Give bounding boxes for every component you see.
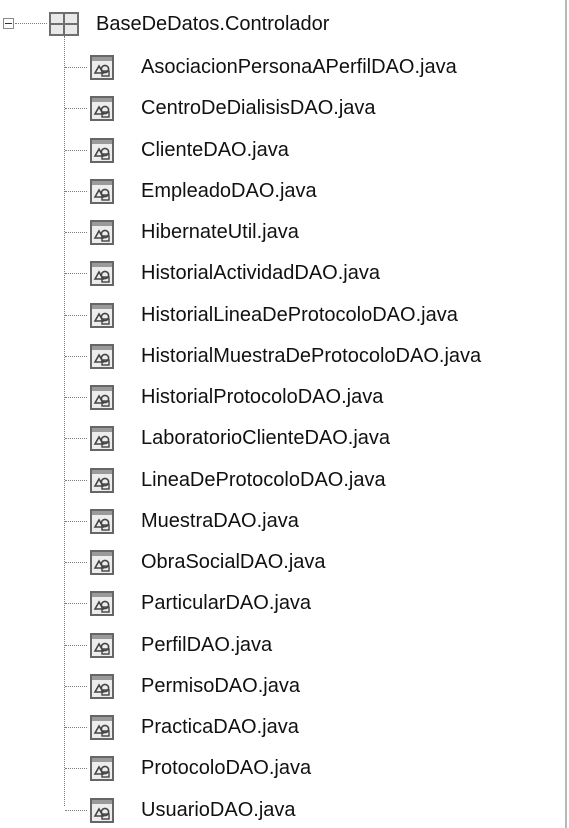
tree-node-file[interactable]: HibernateUtil.java: [0, 212, 560, 253]
tree-connector: [65, 67, 87, 68]
package-label: BaseDeDatos.Controlador: [96, 13, 330, 35]
java-file-icon: [90, 261, 114, 287]
tree-connector: [65, 273, 87, 275]
tree-node-file[interactable]: ParticularDAO.java: [0, 583, 560, 624]
file-label: EmpleadoDAO.java: [141, 179, 317, 202]
tree-node-file[interactable]: HistorialProtocoloDAO.java: [0, 377, 560, 418]
java-file-icon: [90, 632, 114, 658]
tree-connector: [65, 149, 87, 151]
file-label: PermisoDAO.java: [141, 674, 300, 697]
tree-connector: [65, 479, 87, 481]
tree-connector: [65, 314, 87, 316]
tree-connector: [65, 603, 87, 605]
tree-node-file[interactable]: HistorialMuestraDeProtocoloDAO.java: [0, 336, 560, 377]
tree-connector: [65, 768, 87, 770]
tree-node-file[interactable]: MuestraDAO.java: [0, 501, 560, 542]
file-label: HibernateUtil.java: [141, 221, 299, 243]
java-file-icon: [90, 220, 114, 245]
project-tree: BaseDeDatos.Controlador AsociacionPerson…: [0, 0, 569, 828]
tree-node-package[interactable]: BaseDeDatos.Controlador: [0, 8, 560, 40]
java-file-icon: [90, 96, 114, 122]
collapse-toggle-icon[interactable]: [3, 18, 14, 29]
java-file-icon: [90, 550, 114, 575]
tree-connector: [65, 438, 87, 440]
tree-node-file[interactable]: EmpleadoDAO.java: [0, 171, 560, 212]
tree-connector: [65, 108, 87, 110]
file-label: LaboratorioClienteDAO.java: [141, 427, 391, 450]
file-label: PracticaDAO.java: [141, 716, 299, 738]
file-label: CentroDeDialisisDAO.java: [141, 97, 376, 120]
tree-connector: [65, 562, 87, 563]
tree-node-file[interactable]: AsociacionPersonaAPerfilDAO.java: [0, 47, 560, 88]
tree-connector: [15, 23, 47, 24]
java-file-icon: [90, 508, 114, 534]
file-list: AsociacionPersonaAPerfilDAO.java CentroDe…: [0, 47, 560, 828]
package-icon: [49, 12, 79, 36]
tree-node-file[interactable]: LineaDeProtocoloDAO.java: [0, 460, 560, 501]
java-file-icon: [90, 55, 114, 80]
java-file-icon: [90, 756, 114, 782]
tree-node-file[interactable]: HistorialActividadDAO.java: [0, 253, 560, 294]
file-label: HistorialMuestraDeProtocoloDAO.java: [141, 344, 482, 367]
file-label: AsociacionPersonaAPerfilDAO.java: [141, 56, 457, 78]
java-file-icon: [90, 302, 114, 328]
file-label: UsuarioDAO.java: [141, 798, 296, 821]
java-file-icon: [90, 797, 114, 823]
file-label: MuestraDAO.java: [141, 509, 299, 532]
java-file-icon: [90, 343, 114, 369]
file-label: ObraSocialDAO.java: [141, 551, 326, 573]
java-file-icon: [90, 591, 114, 617]
tree-node-file[interactable]: UsuarioDAO.java: [0, 790, 560, 828]
file-label: PerfilDAO.java: [141, 633, 273, 656]
tree-connector: [65, 520, 87, 522]
file-label: ProtocoloDAO.java: [141, 757, 312, 780]
java-file-icon: [90, 715, 114, 740]
java-file-icon: [90, 467, 114, 493]
tree-node-file[interactable]: LaboratorioClienteDAO.java: [0, 418, 560, 459]
file-label: LineaDeProtocoloDAO.java: [141, 468, 386, 491]
tree-node-file[interactable]: PermisoDAO.java: [0, 666, 560, 707]
file-label: HistorialActividadDAO.java: [141, 262, 380, 285]
file-label: HistorialLineaDeProtocoloDAO.java: [141, 303, 458, 326]
tree-connector: [65, 644, 87, 646]
java-file-icon: [90, 426, 114, 452]
tree-node-file[interactable]: PerfilDAO.java: [0, 625, 560, 666]
panel-border: [565, 0, 567, 828]
tree-connector: [65, 355, 87, 357]
file-label: ParticularDAO.java: [141, 592, 312, 615]
tree-connector: [65, 809, 87, 811]
file-label: HistorialProtocoloDAO.java: [141, 386, 384, 408]
tree-node-file[interactable]: CentroDeDialisisDAO.java: [0, 88, 560, 129]
java-file-icon: [90, 137, 114, 163]
java-file-icon: [90, 385, 114, 410]
tree-node-file[interactable]: ObraSocialDAO.java: [0, 542, 560, 583]
tree-connector: [65, 727, 87, 728]
java-file-icon: [90, 178, 114, 204]
file-label: ClienteDAO.java: [141, 138, 289, 161]
tree-connector: [65, 397, 87, 398]
java-file-icon: [90, 673, 114, 699]
tree-node-file[interactable]: ProtocoloDAO.java: [0, 748, 560, 789]
tree-node-file[interactable]: ClienteDAO.java: [0, 130, 560, 171]
tree-connector: [65, 232, 87, 233]
tree-node-file[interactable]: PracticaDAO.java: [0, 707, 560, 748]
tree-node-file[interactable]: HistorialLineaDeProtocoloDAO.java: [0, 295, 560, 336]
tree-connector: [65, 685, 87, 687]
tree-connector: [65, 190, 87, 192]
